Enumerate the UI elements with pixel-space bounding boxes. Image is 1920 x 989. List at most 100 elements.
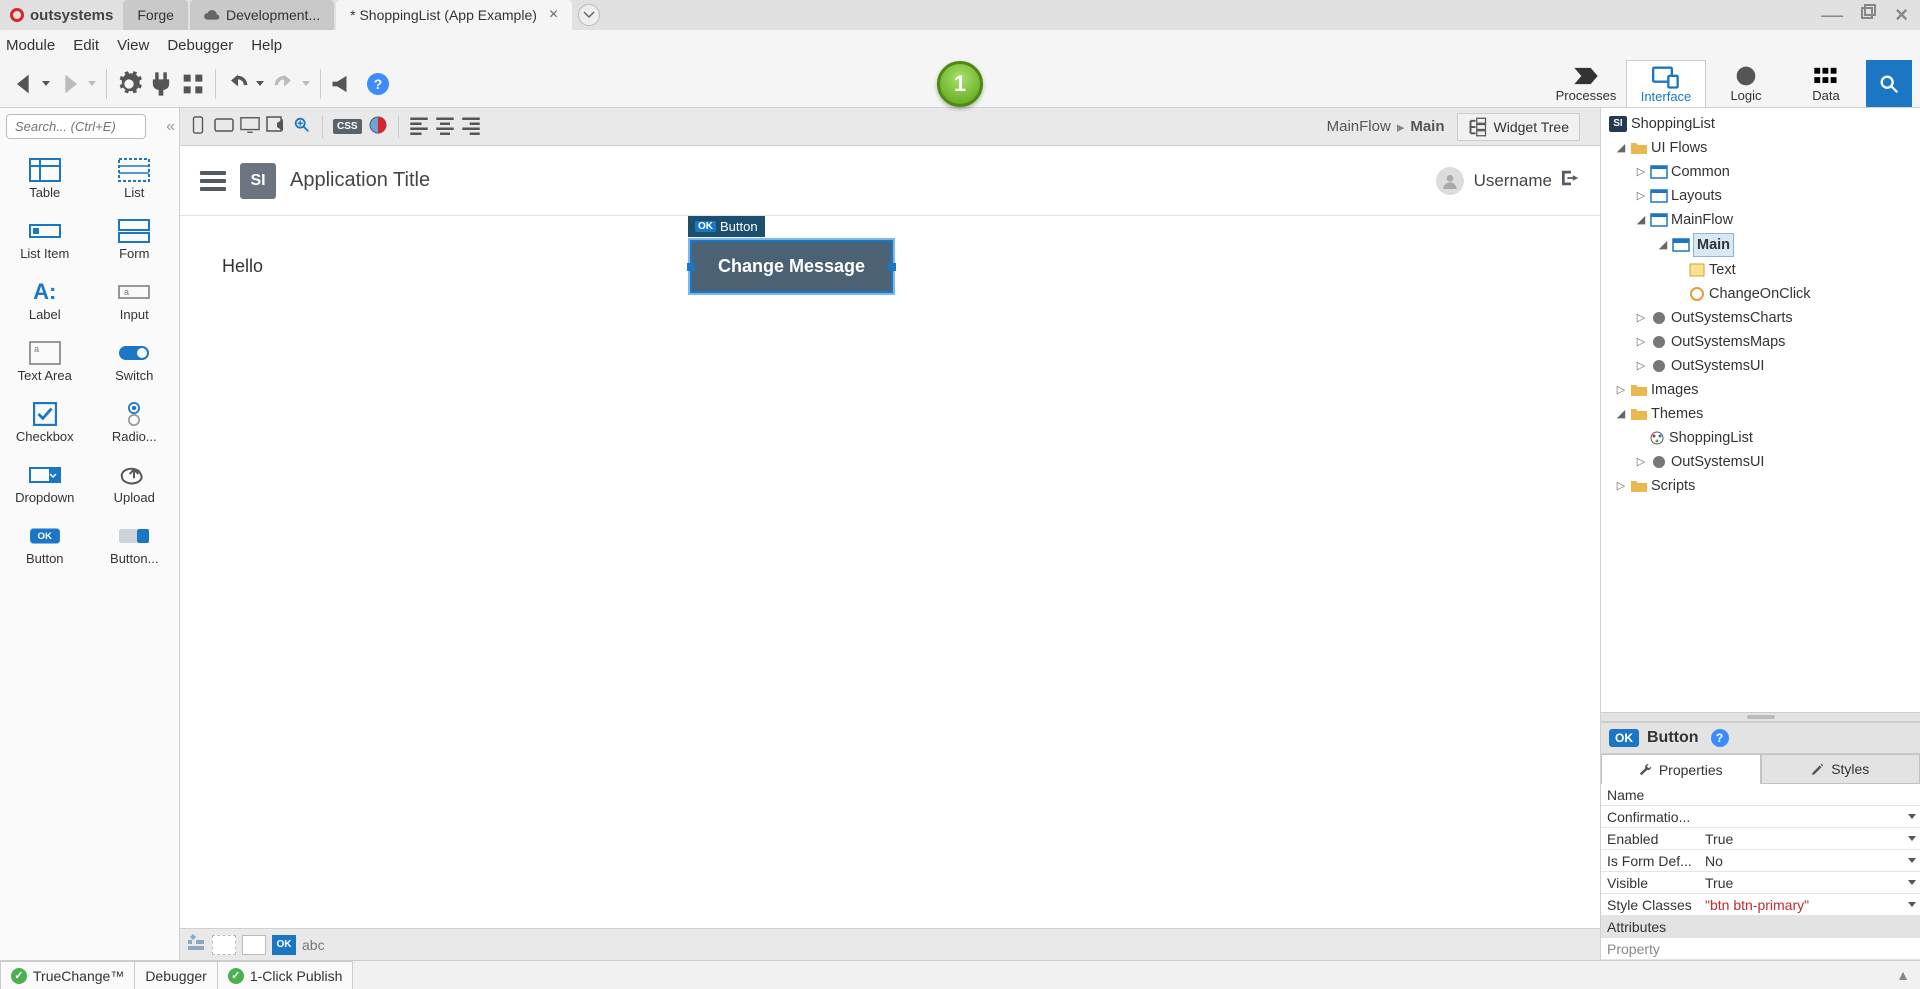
tab-data[interactable]: Data xyxy=(1786,60,1866,107)
tree-uiflows[interactable]: UI Flows xyxy=(1651,137,1707,159)
nav-back-button[interactable] xyxy=(8,66,40,102)
palette-item-dropdown[interactable]: Dropdown xyxy=(0,450,90,511)
footer-abc-label[interactable]: abc xyxy=(302,937,325,953)
tree-changeonclick[interactable]: ChangeOnClick xyxy=(1709,283,1811,305)
tab-logic[interactable]: Logic xyxy=(1706,60,1786,107)
tab-processes[interactable]: Processes xyxy=(1546,60,1626,107)
property-row[interactable]: Is Form Def...No xyxy=(1601,850,1920,872)
app-tab-forge[interactable]: Forge xyxy=(123,0,188,30)
tree-module[interactable]: ShoppingList xyxy=(1631,113,1715,135)
property-row[interactable]: EnabledTrue xyxy=(1601,828,1920,850)
tree-main-screen[interactable]: Main xyxy=(1693,233,1734,257)
property-value[interactable]: True xyxy=(1701,875,1920,891)
widget-tree-button[interactable]: Widget Tree xyxy=(1457,113,1580,141)
dropdown-arrow-icon[interactable] xyxy=(1908,814,1916,819)
panel-resize-handle[interactable] xyxy=(1601,712,1920,722)
add-tab-button[interactable] xyxy=(578,4,600,26)
avatar-icon[interactable] xyxy=(1436,167,1464,195)
palette-item-checkbox[interactable]: Checkbox xyxy=(0,389,90,450)
property-row[interactable]: Style Classes"btn btn-primary" xyxy=(1601,894,1920,916)
property-value[interactable]: No xyxy=(1701,853,1920,869)
palette-item-switch[interactable]: Switch xyxy=(90,328,180,389)
tree-toggle[interactable]: ◢ xyxy=(1615,137,1627,159)
palette-item-button[interactable]: OKButton xyxy=(0,511,90,572)
menu-edit[interactable]: Edit xyxy=(73,37,99,54)
tree-toggle[interactable]: ▷ xyxy=(1635,451,1647,473)
palette-item-label[interactable]: A:Label xyxy=(0,267,90,328)
props-help-icon[interactable]: ? xyxy=(1711,729,1729,747)
tutorial-step-badge[interactable]: 1 xyxy=(937,61,983,107)
palette-item-form[interactable]: Form xyxy=(90,206,180,267)
palette-item-button-[interactable]: Button... xyxy=(90,511,180,572)
fit-icon[interactable] xyxy=(292,116,312,137)
tree-osui[interactable]: OutSystemsUI xyxy=(1671,355,1764,377)
tree-text[interactable]: Text xyxy=(1709,259,1736,281)
expand-statusbar-icon[interactable]: ▲ xyxy=(1886,967,1920,983)
property-row[interactable]: VisibleTrue xyxy=(1601,872,1920,894)
align-center-icon[interactable] xyxy=(435,116,455,137)
css-badge[interactable]: CSS xyxy=(333,119,362,134)
menu-debugger[interactable]: Debugger xyxy=(167,37,233,54)
tree-toggle[interactable]: ▷ xyxy=(1635,355,1647,377)
breadcrumb-parent[interactable]: MainFlow xyxy=(1327,118,1391,135)
close-tab-icon[interactable]: × xyxy=(549,6,558,24)
gear-icon[interactable] xyxy=(113,66,145,102)
text-widget-hello[interactable]: Hello xyxy=(222,256,263,277)
menu-module[interactable]: Module xyxy=(6,37,55,54)
menu-view[interactable]: View xyxy=(117,37,149,54)
tree-mainflow[interactable]: MainFlow xyxy=(1671,209,1733,231)
align-left-icon[interactable] xyxy=(409,116,429,137)
dropdown-arrow-icon[interactable] xyxy=(1908,902,1916,907)
property-value[interactable]: "btn btn-primary" xyxy=(1701,897,1920,913)
tab-interface[interactable]: Interface xyxy=(1626,60,1706,107)
plug-icon[interactable] xyxy=(145,66,177,102)
tree-themes[interactable]: Themes xyxy=(1651,403,1703,425)
dropdown-arrow-icon[interactable] xyxy=(1908,880,1916,885)
footer-widget-icon[interactable] xyxy=(186,934,206,955)
collapse-palette-icon[interactable]: « xyxy=(166,118,175,136)
minimize-icon[interactable]: — xyxy=(1821,2,1843,28)
property-value[interactable]: True xyxy=(1701,831,1920,847)
palette-item-upload[interactable]: Upload xyxy=(90,450,180,511)
tree-theme-shoppinglist[interactable]: ShoppingList xyxy=(1669,427,1753,449)
palette-item-list[interactable]: List xyxy=(90,145,180,206)
palette-item-table[interactable]: Table xyxy=(0,145,90,206)
logout-icon[interactable] xyxy=(1562,170,1580,191)
property-row[interactable]: Confirmatio... xyxy=(1601,806,1920,828)
tree-toggle[interactable]: ▷ xyxy=(1635,307,1647,329)
status-debugger[interactable]: Debugger xyxy=(134,961,218,989)
app-tab-environment[interactable]: Development... xyxy=(190,0,334,30)
tree-toggle[interactable]: ▷ xyxy=(1635,161,1647,183)
undo-button[interactable] xyxy=(222,66,254,102)
tree-osmaps[interactable]: OutSystemsMaps xyxy=(1671,331,1785,353)
dropdown-arrow-icon[interactable] xyxy=(1908,836,1916,841)
palette-item-radio-[interactable]: Radio... xyxy=(90,389,180,450)
property-row[interactable]: Property xyxy=(1601,938,1920,960)
props-tab-properties[interactable]: Properties xyxy=(1601,754,1761,784)
tree-osui2[interactable]: OutSystemsUI xyxy=(1671,451,1764,473)
tree-toggle[interactable]: ▷ xyxy=(1635,331,1647,353)
tree-layouts[interactable]: Layouts xyxy=(1671,185,1722,207)
property-value[interactable] xyxy=(1701,814,1920,819)
align-right-icon[interactable] xyxy=(461,116,481,137)
palette-item-input[interactable]: aInput xyxy=(90,267,180,328)
property-row[interactable]: Name xyxy=(1601,784,1920,806)
nav-forward-button[interactable] xyxy=(54,66,86,102)
palette-item-list-item[interactable]: List Item xyxy=(0,206,90,267)
tree-toggle[interactable]: ◢ xyxy=(1615,403,1627,425)
redo-button[interactable] xyxy=(268,66,300,102)
tree-toggle[interactable]: ▷ xyxy=(1615,379,1627,401)
tree-images[interactable]: Images xyxy=(1651,379,1699,401)
property-section-attributes[interactable]: Attributes xyxy=(1601,916,1920,938)
tree-toggle[interactable]: ▷ xyxy=(1615,475,1627,497)
preview-icon[interactable] xyxy=(266,116,286,137)
dropdown-arrow-icon[interactable] xyxy=(1908,858,1916,863)
tree-oscharts[interactable]: OutSystemsCharts xyxy=(1671,307,1793,329)
footer-chip-dashed[interactable] xyxy=(212,935,236,955)
device-phone-icon[interactable] xyxy=(188,116,208,137)
theme-icon[interactable] xyxy=(368,116,388,137)
footer-chip-ok[interactable]: OK xyxy=(272,935,296,955)
megaphone-icon[interactable] xyxy=(327,66,359,102)
tree-toggle[interactable]: ◢ xyxy=(1657,234,1669,256)
status-publish[interactable]: ✓ 1-Click Publish xyxy=(217,961,354,989)
